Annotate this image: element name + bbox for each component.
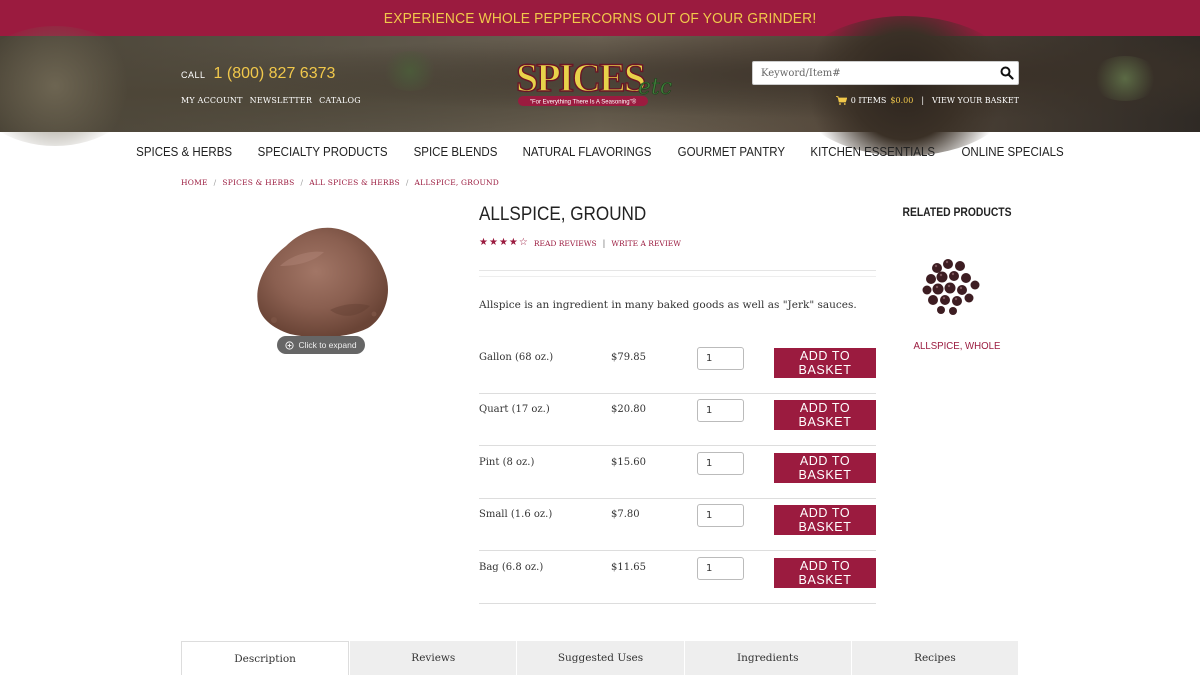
- nav-item-kitchen-essentials[interactable]: KITCHEN ESSENTIALS: [811, 145, 936, 159]
- rating-row: ★ ★ ★ ★ ☆ READ REVIEWS | WRITE A REVIEW: [479, 238, 681, 248]
- product-image[interactable]: [250, 216, 392, 342]
- search-box: [752, 61, 1019, 85]
- add-to-basket-button[interactable]: ADD TO BASKET: [774, 400, 876, 430]
- nav-item-online-specials[interactable]: ONLINE SPECIALS: [961, 145, 1063, 159]
- star-filled-icon: ★: [479, 237, 488, 248]
- option-row-quart: Quart (17 oz.) $20.80 ADD TO BASKET: [479, 394, 876, 446]
- breadcrumb-all-spices-herbs[interactable]: ALL SPICES & HERBS: [309, 178, 400, 187]
- breadcrumb-separator: /: [213, 178, 217, 187]
- star-filled-icon: ★: [498, 237, 508, 248]
- phone-number[interactable]: 1 (800) 827 6373: [214, 65, 336, 83]
- add-to-basket-button[interactable]: ADD TO BASKET: [774, 558, 876, 588]
- promo-bar[interactable]: EXPERIENCE WHOLE PEPPERCORNS OUT OF YOUR…: [0, 0, 1200, 36]
- tab-ingredients[interactable]: Ingredients: [683, 641, 851, 675]
- basket-separator: |: [921, 96, 925, 105]
- option-size: Small (1.6 oz.): [479, 509, 553, 520]
- option-row-bag: Bag (6.8 oz.) $11.65 ADD TO BASKET: [479, 552, 876, 604]
- header-background-bayleaf: [1090, 56, 1160, 101]
- option-price: $7.80: [611, 509, 640, 520]
- promo-text[interactable]: EXPERIENCE WHOLE PEPPERCORNS OUT OF YOUR…: [384, 10, 817, 27]
- write-review-link[interactable]: WRITE A REVIEW: [611, 239, 681, 248]
- add-to-basket-button[interactable]: ADD TO BASKET: [774, 453, 876, 483]
- add-to-basket-button[interactable]: ADD TO BASKET: [774, 348, 876, 378]
- basket-summary: 0 ITEMS $0.00 | VIEW YOUR BASKET: [835, 96, 1019, 105]
- product-title: ALLSPICE, GROUND: [479, 204, 647, 225]
- basket-items-count[interactable]: 0 ITEMS: [851, 96, 887, 105]
- option-price: $79.85: [611, 352, 646, 363]
- star-filled-icon: ★: [488, 237, 498, 248]
- star-rating: ★ ★ ★ ★ ☆: [479, 238, 528, 248]
- basket-amount[interactable]: $0.00: [890, 96, 913, 105]
- click-to-expand-button[interactable]: Click to expand: [277, 336, 365, 354]
- add-to-basket-button[interactable]: ADD TO BASKET: [774, 505, 876, 535]
- view-basket-link[interactable]: VIEW YOUR BASKET: [932, 96, 1019, 105]
- my-account-link[interactable]: MY ACCOUNT: [181, 96, 243, 105]
- related-product-link[interactable]: ALLSPICE, WHOLE: [886, 340, 1028, 352]
- quantity-input[interactable]: [697, 399, 744, 422]
- option-price: $20.80: [611, 404, 646, 415]
- click-to-expand-label: Click to expand: [298, 340, 357, 350]
- option-size: Quart (17 oz.): [479, 404, 550, 415]
- related-product-image[interactable]: [917, 254, 989, 318]
- call-block: CALL 1 (800) 827 6373: [181, 65, 335, 83]
- breadcrumb-spices-herbs[interactable]: SPICES & HERBS: [222, 178, 294, 187]
- nav-item-gourmet-pantry[interactable]: GOURMET PANTRY: [677, 145, 784, 159]
- main-nav: SPICES & HERBS SPECIALTY PRODUCTS SPICE …: [0, 132, 1200, 172]
- read-reviews-link[interactable]: READ REVIEWS: [534, 239, 597, 248]
- breadcrumb-current[interactable]: ALLSPICE, GROUND: [415, 178, 499, 187]
- search-icon[interactable]: [1000, 66, 1014, 80]
- nav-item-spice-blends[interactable]: SPICE BLENDS: [413, 145, 497, 159]
- tab-recipes[interactable]: Recipes: [850, 641, 1019, 675]
- option-size: Gallon (68 oz.): [479, 352, 554, 363]
- product-description: Allspice is an ingredient in many baked …: [479, 299, 857, 311]
- option-row-small: Small (1.6 oz.) $7.80 ADD TO BASKET: [479, 499, 876, 551]
- breadcrumb-separator: /: [300, 178, 304, 187]
- quantity-input[interactable]: [697, 557, 744, 580]
- logo-tagline: "For Everything There Is A Seasoning"®: [530, 99, 637, 106]
- catalog-link[interactable]: CATALOG: [319, 96, 361, 105]
- star-filled-icon: ★: [508, 237, 518, 248]
- rating-separator: |: [602, 238, 606, 248]
- newsletter-link[interactable]: NEWSLETTER: [250, 96, 312, 105]
- nav-item-natural-flavorings[interactable]: NATURAL FLAVORINGS: [522, 145, 651, 159]
- account-links: MY ACCOUNT NEWSLETTER CATALOG: [181, 96, 361, 105]
- divider: [479, 270, 876, 271]
- product-tabs: Description Reviews Suggested Uses Ingre…: [181, 641, 1019, 675]
- quantity-input[interactable]: [697, 504, 744, 527]
- call-label: CALL: [181, 70, 206, 80]
- breadcrumb-home[interactable]: HOME: [181, 178, 208, 187]
- related-products-heading: RELATED PRODUCTS: [902, 207, 1012, 219]
- nav-item-spices-herbs[interactable]: SPICES & HERBS: [136, 145, 232, 159]
- header-background-texture: [0, 26, 140, 146]
- option-price: $11.65: [611, 562, 646, 573]
- option-row-pint: Pint (8 oz.) $15.60 ADD TO BASKET: [479, 447, 876, 499]
- option-row-gallon: Gallon (68 oz.) $79.85 ADD TO BASKET: [479, 342, 876, 394]
- search-input[interactable]: [753, 62, 993, 84]
- breadcrumb-separator: /: [405, 178, 409, 187]
- header-background-leaf: [380, 51, 440, 91]
- tab-suggested-uses[interactable]: Suggested Uses: [516, 641, 684, 675]
- cart-icon[interactable]: [835, 96, 847, 105]
- star-empty-icon: ☆: [518, 237, 528, 248]
- option-price: $15.60: [611, 457, 646, 468]
- option-size: Pint (8 oz.): [479, 457, 535, 468]
- zoom-icon: [285, 340, 295, 350]
- breadcrumb: HOME / SPICES & HERBS / ALL SPICES & HER…: [181, 178, 499, 187]
- quantity-input[interactable]: [697, 452, 744, 475]
- option-size: Bag (6.8 oz.): [479, 562, 544, 573]
- quantity-input[interactable]: [697, 347, 744, 370]
- tab-description[interactable]: Description: [181, 641, 350, 675]
- tab-reviews[interactable]: Reviews: [349, 641, 517, 675]
- nav-item-specialty-products[interactable]: SPECIALTY PRODUCTS: [258, 145, 388, 159]
- divider: [479, 276, 876, 277]
- logo-spices-text: SPICES: [516, 55, 645, 100]
- spices-etc-logo[interactable]: SPICES etc "For Everything There Is A Se…: [514, 54, 686, 110]
- site-header: CALL 1 (800) 827 6373 MY ACCOUNT NEWSLET…: [0, 16, 1200, 156]
